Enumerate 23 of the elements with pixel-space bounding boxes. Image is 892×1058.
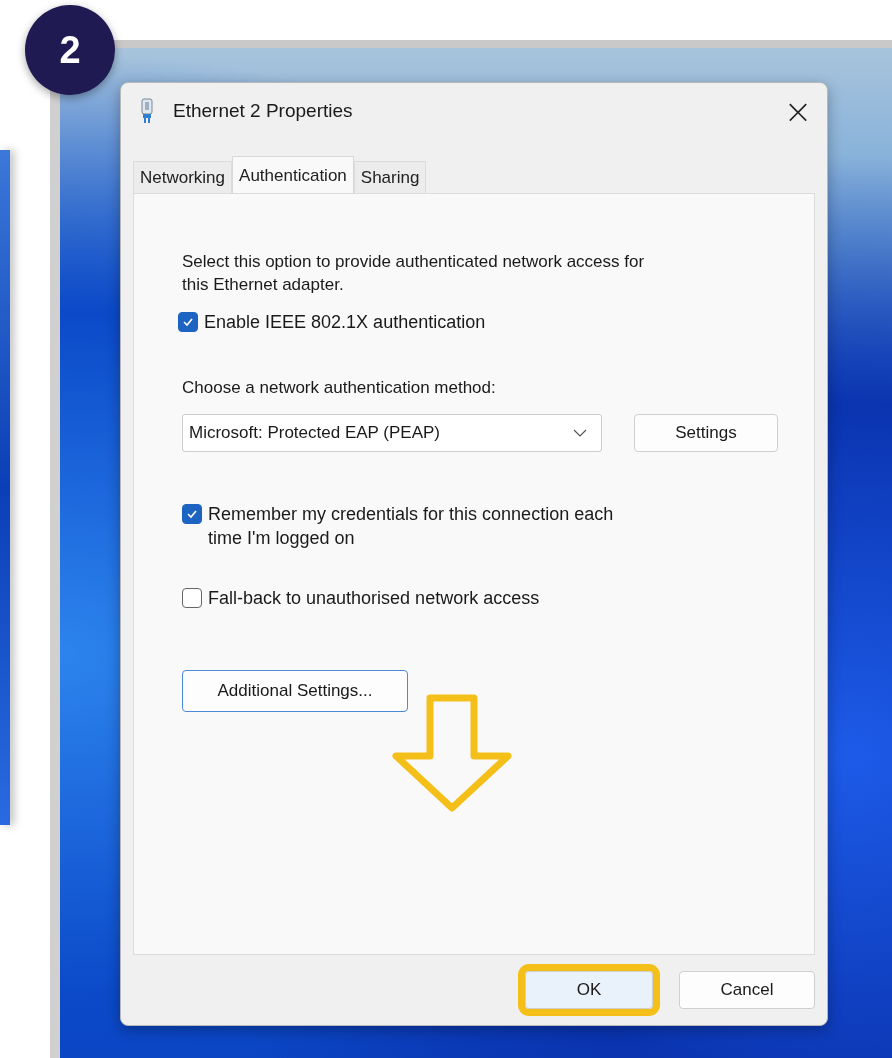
tab[interactable]: Sharing — [353, 161, 427, 193]
checkmark-icon — [186, 509, 198, 519]
method-label: Choose a network authentication method: — [182, 378, 497, 398]
caret-icon — [573, 429, 587, 437]
down-arrow-icon — [390, 694, 514, 812]
tab[interactable]: Networking — [133, 161, 233, 193]
network-adapter-icon — [139, 98, 155, 124]
checkbox-label: Enable IEEE 802.1X authentication — [204, 311, 486, 334]
additional-settings-button[interactable]: Additional Settings... — [182, 670, 408, 712]
window-title: Ethernet 2 Properties — [173, 100, 354, 122]
checkbox[interactable] — [182, 504, 202, 524]
checkbox-label: Fall-back to unauthorised network access — [208, 587, 540, 610]
description-text: Select this option to provide authenticated network access for this Ethernet adapter. — [182, 251, 646, 296]
checkmark-icon — [182, 317, 194, 327]
checkbox-label: Remember my credentials for this connection each time I'm logged on — [208, 503, 614, 550]
tab[interactable]: Authentication — [232, 156, 354, 194]
settings-button[interactable]: Settings — [634, 414, 778, 452]
dialog-button[interactable]: Cancel — [679, 971, 815, 1009]
checkbox[interactable] — [178, 312, 198, 332]
checkbox[interactable] — [182, 588, 202, 608]
close-button[interactable]: × — [769, 83, 827, 139]
step-badge: 2 — [25, 5, 115, 95]
method-dropdown[interactable]: Microsoft: Protected EAP (PEAP) — [182, 414, 602, 452]
